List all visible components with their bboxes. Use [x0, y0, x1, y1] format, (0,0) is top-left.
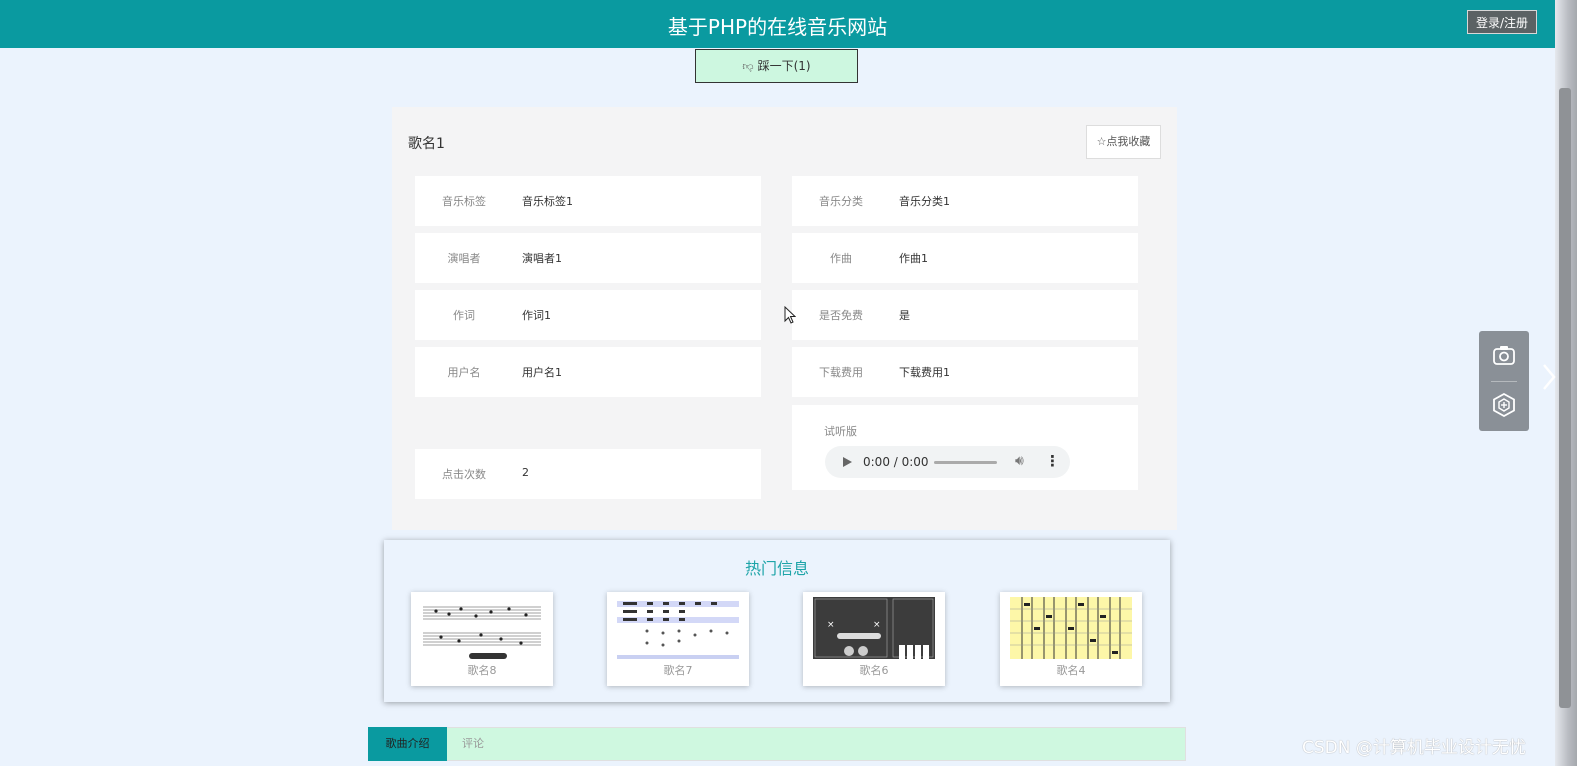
field-label: 点击次数 [442, 468, 486, 481]
field-label: 音乐标签 [442, 195, 486, 208]
field-composer: 作曲 作曲1 [792, 233, 1138, 283]
field-value: 下载费用1 [899, 366, 950, 379]
scrollbar-thumb[interactable] [1559, 88, 1571, 708]
field-label: 下载费用 [819, 366, 863, 379]
hot-item-name: 歌名7 [663, 664, 693, 677]
hot-info-title: 热门信息 [744, 559, 809, 578]
field-label: 作曲 [830, 252, 852, 265]
audio-player[interactable]: 0:00 / 0:00 🔊︎ ⋮ [825, 446, 1070, 478]
volume-icon[interactable]: 🔊︎ [1015, 453, 1024, 469]
hot-item[interactable]: 歌名4 [1000, 592, 1142, 686]
dislike-button[interactable]: 👎︎ 踩一下(1) [695, 49, 858, 83]
field-value: 作曲1 [899, 252, 928, 265]
side-toolbar [1479, 331, 1529, 431]
toolbar-divider [1491, 381, 1517, 382]
field-username: 用户名 用户名1 [415, 347, 761, 397]
preview-audio-box: 试听版 0:00 / 0:00 🔊︎ ⋮ [792, 405, 1138, 490]
song-title: 歌名1 [408, 136, 445, 152]
field-label: 是否免费 [819, 309, 863, 322]
thumbs-down-icon: 👎︎ [742, 60, 754, 73]
field-click-count: 点击次数 2 [415, 449, 761, 499]
field-singer: 演唱者 演唱者1 [415, 233, 761, 283]
field-music-category: 音乐分类 音乐分类1 [792, 176, 1138, 226]
field-value: 2 [522, 466, 529, 479]
content-tabs [368, 727, 1186, 761]
chord-chart-thumbnail [1010, 597, 1132, 659]
field-label: 用户名 [447, 366, 481, 379]
field-download-fee: 下载费用 下载费用1 [792, 347, 1138, 397]
field-label: 演唱者 [447, 252, 481, 265]
watermark-text: CSDN @计算机毕业设计无忧 [1302, 738, 1526, 758]
audio-progress-slider[interactable] [934, 461, 997, 464]
mouse-cursor-icon [784, 305, 797, 328]
tab-comments[interactable]: 评论 [462, 727, 484, 761]
field-value: 用户名1 [522, 366, 562, 379]
favorite-button[interactable]: ☆点我收藏 [1086, 125, 1161, 159]
notation-table-thumbnail [617, 597, 739, 659]
field-value: 是 [899, 309, 910, 322]
site-title: 基于PHP的在线音乐网站 [667, 15, 888, 39]
field-value: 作词1 [522, 309, 551, 322]
hot-item-name: 歌名4 [1056, 664, 1086, 677]
field-label: 音乐分类 [819, 195, 863, 208]
hot-item[interactable]: 歌名7 [607, 592, 749, 686]
hexagon-plus-icon[interactable] [1493, 392, 1515, 421]
svg-text:×: × [873, 620, 881, 630]
login-register-button[interactable]: 登录/注册 [1467, 10, 1537, 34]
field-lyricist: 作词 作词1 [415, 290, 761, 340]
field-value: 演唱者1 [522, 252, 562, 265]
svg-text:×: × [827, 620, 835, 630]
field-is-free: 是否免费 是 [792, 290, 1138, 340]
hot-item-name: 歌名6 [859, 664, 889, 677]
instrument-ui-thumbnail: × × [813, 597, 935, 659]
hot-item[interactable]: 歌名8 [411, 592, 553, 686]
field-label: 作词 [453, 309, 475, 322]
hot-item-name: 歌名8 [467, 664, 497, 677]
play-icon[interactable] [843, 457, 852, 467]
sheet-music-thumbnail [421, 597, 543, 659]
hot-item[interactable]: × × 歌名6 [803, 592, 945, 686]
camera-icon[interactable] [1493, 345, 1515, 369]
field-value: 音乐分类1 [899, 195, 950, 208]
field-value: 音乐标签1 [522, 195, 573, 208]
more-options-icon[interactable]: ⋮ [1045, 452, 1060, 470]
audio-time: 0:00 / 0:00 [863, 455, 929, 469]
audio-label: 试听版 [824, 425, 857, 438]
tab-song-intro[interactable]: 歌曲介绍 [368, 727, 447, 761]
dislike-label: 踩一下(1) [757, 59, 811, 73]
field-music-tag: 音乐标签 音乐标签1 [415, 176, 761, 226]
chevron-right-icon[interactable] [1541, 362, 1557, 400]
